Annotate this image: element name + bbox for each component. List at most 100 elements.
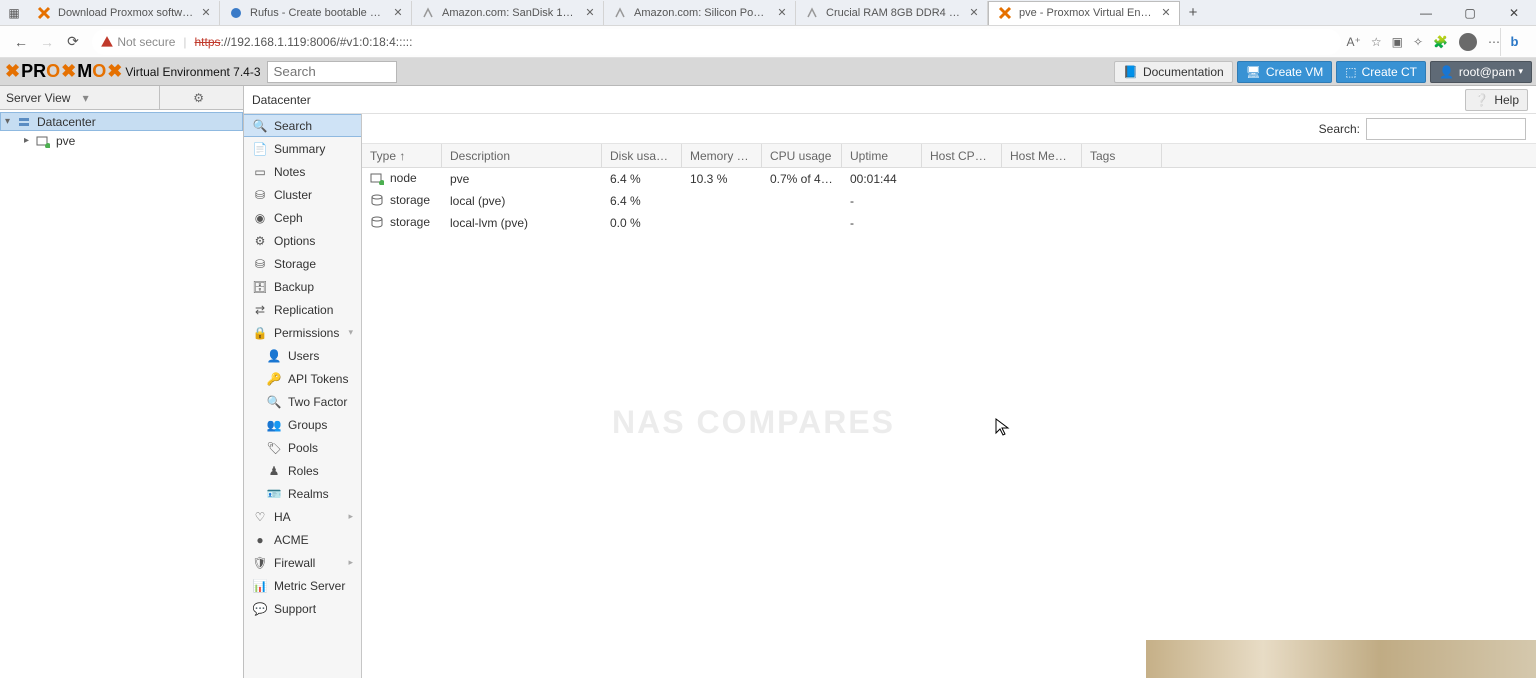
reload-button[interactable]: ⟳ <box>60 29 86 55</box>
extensions-icon[interactable]: 🧩 <box>1433 35 1448 49</box>
profile-avatar[interactable] <box>1458 32 1478 52</box>
table-row[interactable]: storagelocal-lvm (pve)0.0 %- <box>362 212 1536 234</box>
bing-sidebar-icon[interactable]: b <box>1500 28 1528 56</box>
create-vm-button[interactable]: 🖥Create VM <box>1237 61 1333 83</box>
column-header[interactable]: Disk usage... <box>602 144 682 167</box>
sidebar-item-permissions[interactable]: 🔒Permissions▾ <box>244 321 361 344</box>
table-row[interactable]: nodepve6.4 %10.3 %0.7% of 4 ...00:01:44 <box>362 168 1536 190</box>
grid-search-input[interactable] <box>1366 118 1526 140</box>
column-header[interactable]: Tags <box>1082 144 1162 167</box>
column-header[interactable]: Host Mem... <box>1002 144 1082 167</box>
sidebar-item-two-factor[interactable]: 🔍Two Factor <box>244 390 361 413</box>
collections-icon[interactable]: ✧ <box>1413 35 1423 49</box>
new-tab-button[interactable]: + <box>1180 4 1206 21</box>
sidebar-item-groups[interactable]: 👥Groups <box>244 413 361 436</box>
close-icon[interactable]: ✕ <box>199 6 213 20</box>
browser-tab[interactable]: Rufus - Create bootable USB dri✕ <box>220 1 412 25</box>
favicon <box>36 5 52 21</box>
split-screen-icon[interactable]: ▣ <box>1392 35 1403 49</box>
sidebar-item-acme[interactable]: ●ACME <box>244 528 361 551</box>
help-button[interactable]: ❔Help <box>1465 89 1528 111</box>
close-icon[interactable]: ✕ <box>1159 6 1173 20</box>
sidebar-item-realms[interactable]: 🪪 Realms <box>244 482 361 505</box>
column-header[interactable]: CPU usage <box>762 144 842 167</box>
tab-overview-icon[interactable]: ▦ <box>0 0 28 26</box>
sidebar-item-storage[interactable]: ⛁Storage <box>244 252 361 275</box>
menu-icon[interactable]: ⋯ <box>1488 35 1500 49</box>
window-minimize-icon[interactable]: — <box>1404 0 1448 26</box>
column-header[interactable]: Description <box>442 144 602 167</box>
column-header[interactable]: Host CPU ... <box>922 144 1002 167</box>
sidebar-item-label: Metric Server <box>274 579 345 593</box>
close-icon[interactable]: ✕ <box>583 6 597 20</box>
tree-item-node[interactable]: ▸ pve <box>0 131 243 150</box>
sidebar-item-summary[interactable]: 📄 Summary <box>244 137 361 160</box>
read-aloud-icon[interactable]: A⁺ <box>1347 35 1361 49</box>
gear-icon[interactable]: ⚙ <box>159 86 237 110</box>
sidebar-item-label: Users <box>288 349 319 363</box>
sidebar-item-search[interactable]: 🔍Search <box>244 114 361 137</box>
browser-tab-active[interactable]: pve - Proxmox Virtual Environme✕ <box>988 1 1180 25</box>
address-bar[interactable]: Not secure | https://192.168.1.119:8006/… <box>92 29 1341 55</box>
browser-tab[interactable]: Crucial RAM 8GB DDR4 3200MH✕ <box>796 1 988 25</box>
documentation-button[interactable]: 📘Documentation <box>1114 61 1233 83</box>
sidebar-item-api-tokens[interactable]: 🔑API Tokens <box>244 367 361 390</box>
browser-tab[interactable]: Amazon.com: SanDisk 16GB Ult✕ <box>412 1 604 25</box>
close-icon[interactable]: ✕ <box>967 6 981 20</box>
table-row[interactable]: storagelocal (pve)6.4 %- <box>362 190 1536 212</box>
sidebar-item-firewall[interactable]: 🛡Firewall▸ <box>244 551 361 574</box>
window-close-icon[interactable]: ✕ <box>1492 0 1536 26</box>
close-icon[interactable]: ✕ <box>391 6 405 20</box>
sidebar-item-users[interactable]: 👤Users <box>244 344 361 367</box>
expand-icon: ▸ <box>348 511 353 522</box>
global-search-input[interactable] <box>267 61 397 83</box>
sidebar-item-icon: 📄 <box>252 142 268 156</box>
sidebar-item-label: Ceph <box>274 211 303 225</box>
background-photo-overlay <box>1146 640 1536 678</box>
column-header[interactable]: Memory us... <box>682 144 762 167</box>
sidebar-item-notes[interactable]: ▭Notes <box>244 160 361 183</box>
sidebar-item-label: Two Factor <box>288 395 347 409</box>
chevron-down-icon[interactable]: ▾ <box>83 91 160 105</box>
sidebar-item-label: Replication <box>274 303 333 317</box>
user-menu-button[interactable]: 👤root@pam ▾ <box>1430 61 1532 83</box>
close-icon[interactable]: ✕ <box>775 6 789 20</box>
sidebar-item-ha[interactable]: ♡HA▸ <box>244 505 361 528</box>
sidebar-item-icon: 🪪 <box>266 487 282 501</box>
window-maximize-icon[interactable]: ▢ <box>1448 0 1492 26</box>
sidebar-item-pools[interactable]: 🏷Pools <box>244 436 361 459</box>
not-secure-indicator[interactable]: Not secure <box>100 35 175 49</box>
expand-icon: ▸ <box>348 557 353 568</box>
favicon <box>228 5 244 21</box>
book-icon: 📘 <box>1123 65 1138 79</box>
sidebar-item-replication[interactable]: ⇄ Replication <box>244 298 361 321</box>
proxmox-logo[interactable]: ✖PRO✖MO✖ <box>4 61 123 82</box>
browser-tab[interactable]: Amazon.com: Silicon Power 256✕ <box>604 1 796 25</box>
table-cell: pve <box>442 168 602 190</box>
sidebar-item-ceph[interactable]: ◉ Ceph <box>244 206 361 229</box>
sidebar-item-label: Search <box>274 119 312 133</box>
browser-tab[interactable]: Download Proxmox software, do✕ <box>28 1 220 25</box>
config-sidebar: 🔍Search 📄 Summary ▭Notes⛁Cluster ◉ Ceph ⚙Optio… <box>244 114 362 678</box>
column-header[interactable]: Uptime <box>842 144 922 167</box>
sidebar-item-backup[interactable]: 🗄Backup <box>244 275 361 298</box>
sidebar-item-options[interactable]: ⚙Options <box>244 229 361 252</box>
sidebar-item-roles[interactable]: ♟Roles <box>244 459 361 482</box>
sidebar-item-metric-server[interactable]: 📊Metric Server <box>244 574 361 597</box>
table-cell: 6.4 % <box>602 190 682 212</box>
back-button[interactable]: ← <box>8 29 34 55</box>
sidebar-item-label: Realms <box>288 487 329 501</box>
tree-view-selector[interactable]: Server View ▾ ⚙ <box>0 86 243 110</box>
sidebar-item-icon: ◉ <box>252 211 268 225</box>
sidebar-item-cluster[interactable]: ⛁Cluster <box>244 183 361 206</box>
tree-item-datacenter[interactable]: ▾ Datacenter <box>0 112 243 131</box>
tree-expand-icon[interactable]: ▸ <box>24 135 36 146</box>
favorites-icon[interactable]: ☆ <box>1371 35 1382 49</box>
sidebar-item-label: Summary <box>274 142 325 156</box>
create-ct-button[interactable]: ⬚Create CT <box>1336 61 1426 83</box>
datacenter-icon <box>17 115 33 129</box>
tree-collapse-icon[interactable]: ▾ <box>5 116 17 127</box>
sidebar-item-support[interactable]: 💬Support <box>244 597 361 620</box>
sidebar-item-icon: ⇄ <box>252 303 268 317</box>
column-header[interactable]: Type ↑ <box>362 144 442 167</box>
